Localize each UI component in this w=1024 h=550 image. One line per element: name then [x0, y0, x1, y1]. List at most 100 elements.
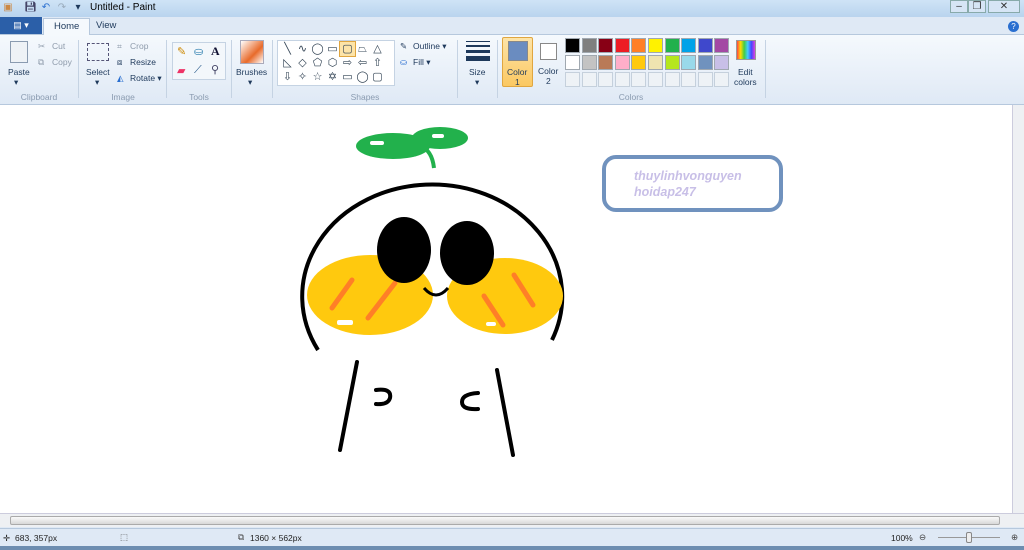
- save-icon[interactable]: 💾︎: [24, 2, 37, 14]
- crop-button[interactable]: Crop: [130, 41, 148, 51]
- shape-tool[interactable]: ✧: [295, 70, 310, 84]
- palette-color-swatch[interactable]: [697, 38, 713, 53]
- size-dropdown-icon[interactable]: ▾: [475, 77, 479, 88]
- horizontal-scroll-thumb[interactable]: [10, 516, 1000, 525]
- help-icon[interactable]: ?: [1008, 21, 1019, 32]
- tab-home[interactable]: Home: [43, 18, 91, 35]
- shape-tool[interactable]: ⇦: [355, 56, 370, 70]
- cut-button[interactable]: Cut: [52, 41, 65, 51]
- shape-tool[interactable]: ☆: [310, 70, 325, 84]
- clipboard-group-label: Clipboard: [20, 92, 58, 102]
- copy-button[interactable]: Copy: [52, 57, 72, 67]
- file-menu-button[interactable]: ▤ ▾: [0, 17, 42, 34]
- custom-color-slot[interactable]: [664, 72, 680, 87]
- shape-tool[interactable]: ∿: [295, 42, 310, 56]
- shape-tool[interactable]: ⇧: [370, 56, 385, 70]
- pencil-icon[interactable]: ✎: [177, 45, 186, 58]
- custom-color-slot[interactable]: [697, 72, 713, 87]
- maximize-button[interactable]: ❐: [968, 0, 986, 13]
- ribbon-tabs: [0, 17, 1024, 35]
- shape-tool[interactable]: ▢: [370, 70, 385, 84]
- shape-tool[interactable]: ⇩: [280, 70, 295, 84]
- shape-tool[interactable]: ⬡: [325, 56, 340, 70]
- palette-color-swatch[interactable]: [598, 55, 614, 70]
- palette-color-swatch[interactable]: [664, 55, 680, 70]
- palette-color-swatch[interactable]: [631, 55, 647, 70]
- palette-color-swatch[interactable]: [664, 38, 680, 53]
- image-group-label: Image: [111, 92, 135, 102]
- palette-color-swatch[interactable]: [581, 55, 597, 70]
- custom-color-slot[interactable]: [598, 72, 614, 87]
- text-tool-icon[interactable]: A: [211, 44, 220, 59]
- undo-icon[interactable]: ↶: [40, 2, 52, 14]
- palette-color-swatch[interactable]: [614, 38, 630, 53]
- redo-icon[interactable]: ↷: [56, 2, 68, 14]
- custom-color-slot[interactable]: [648, 72, 663, 87]
- custom-color-slot[interactable]: [714, 72, 730, 87]
- zoom-out-button[interactable]: ⊖: [919, 532, 926, 543]
- vertical-scrollbar[interactable]: [1012, 105, 1024, 513]
- rotate-button[interactable]: Rotate ▾: [130, 73, 162, 84]
- color2-button[interactable]: Color 2: [536, 37, 564, 87]
- custom-color-slot[interactable]: [681, 72, 697, 87]
- palette-color-swatch[interactable]: [697, 55, 713, 70]
- shape-tool[interactable]: ▢: [339, 41, 356, 57]
- shape-tool[interactable]: ◇: [295, 56, 310, 70]
- palette-color-swatch[interactable]: [565, 38, 580, 53]
- color1-button[interactable]: Color 1: [502, 37, 533, 87]
- palette-color-swatch[interactable]: [581, 38, 597, 53]
- shape-tool[interactable]: ╲: [280, 42, 295, 56]
- palette-color-swatch[interactable]: [681, 38, 697, 53]
- shape-tool[interactable]: ▭: [325, 42, 340, 56]
- paste-dropdown-icon[interactable]: ▾: [14, 77, 18, 88]
- palette-color-swatch[interactable]: [648, 55, 663, 70]
- paste-button[interactable]: Paste: [8, 67, 30, 77]
- edit-colors-button[interactable]: Edit: [738, 67, 753, 77]
- shape-tool[interactable]: ◯: [310, 42, 325, 56]
- palette-color-swatch[interactable]: [714, 55, 730, 70]
- fill-bucket-icon[interactable]: ⛀: [194, 45, 203, 58]
- eraser-icon[interactable]: ▰: [177, 64, 185, 77]
- custom-color-slot[interactable]: [614, 72, 630, 87]
- shape-tool[interactable]: ⬠: [310, 56, 325, 70]
- shape-tool[interactable]: ✡: [325, 70, 340, 84]
- tab-view[interactable]: View: [86, 18, 126, 35]
- resize-button[interactable]: Resize: [130, 57, 156, 67]
- taskbar: [0, 546, 1024, 550]
- brushes-dropdown-icon[interactable]: ▾: [248, 77, 252, 88]
- zoom-in-button[interactable]: ⊕: [1011, 532, 1018, 543]
- brushes-button[interactable]: Brushes: [236, 67, 267, 77]
- shape-tool[interactable]: ◯: [355, 70, 370, 84]
- palette-color-swatch[interactable]: [598, 38, 614, 53]
- select-dropdown-icon[interactable]: ▾: [95, 77, 99, 88]
- palette-color-swatch[interactable]: [714, 38, 730, 53]
- palette-color-swatch[interactable]: [614, 55, 630, 70]
- shape-tool[interactable]: ⇨: [340, 56, 355, 70]
- shape-tool[interactable]: ◺: [280, 56, 295, 70]
- shape-tool[interactable]: ⏢: [355, 42, 370, 56]
- close-button[interactable]: ✕: [988, 0, 1020, 13]
- zoom-slider-thumb[interactable]: [966, 532, 972, 543]
- palette-color-swatch[interactable]: [565, 55, 580, 70]
- palette-color-swatch[interactable]: [631, 38, 647, 53]
- drawing-canvas[interactable]: thuylinhvonguyen hoidap247: [0, 105, 1012, 513]
- divider: [765, 40, 766, 98]
- outline-button[interactable]: Outline ▾: [413, 41, 447, 52]
- select-button[interactable]: Select: [86, 67, 110, 77]
- shape-tool[interactable]: △: [370, 42, 385, 56]
- magnifier-icon[interactable]: ⚲: [211, 63, 219, 76]
- resize-icon: ⧈: [117, 57, 123, 67]
- custom-color-slot[interactable]: [631, 72, 647, 87]
- palette-color-swatch[interactable]: [648, 38, 663, 53]
- minimize-button[interactable]: –: [950, 0, 968, 13]
- custom-color-slot[interactable]: [581, 72, 597, 87]
- customize-quick-access-icon[interactable]: ▾: [72, 2, 84, 14]
- fill-button[interactable]: Fill ▾: [413, 57, 431, 68]
- shape-tool[interactable]: ▭: [340, 70, 355, 84]
- palette-color-swatch[interactable]: [681, 55, 697, 70]
- edit-colors-label[interactable]: colors: [734, 77, 757, 87]
- size-button[interactable]: Size: [469, 67, 486, 77]
- color-picker-icon[interactable]: ⟋: [194, 64, 202, 77]
- color-palette: [565, 38, 735, 90]
- custom-color-slot[interactable]: [565, 72, 580, 87]
